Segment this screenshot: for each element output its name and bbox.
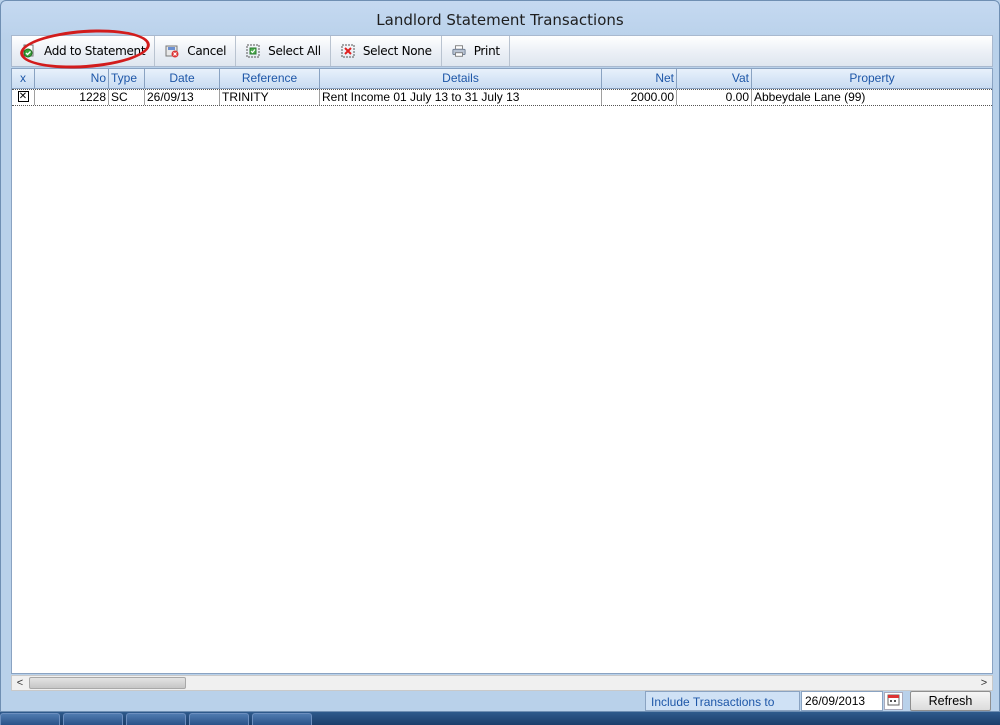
window-title: Landlord Statement Transactions xyxy=(376,11,624,29)
transactions-grid: x No Type Date Reference Details Net Vat… xyxy=(11,68,993,674)
column-header-type[interactable]: Type xyxy=(109,69,145,88)
add-to-statement-button[interactable]: Add to Statement xyxy=(12,36,156,66)
select-none-button[interactable]: Select None xyxy=(331,36,442,66)
column-header-date[interactable]: Date xyxy=(145,69,220,88)
horizontal-scrollbar[interactable]: < > xyxy=(11,675,993,691)
include-date-input[interactable]: 26/09/2013 xyxy=(801,691,883,711)
select-none-icon xyxy=(341,44,355,58)
column-header-no[interactable]: No xyxy=(35,69,109,88)
scroll-right-icon[interactable]: > xyxy=(976,676,992,690)
column-header-vat[interactable]: Vat xyxy=(677,69,752,88)
cell-no: 1228 xyxy=(35,90,109,105)
toolbar: Add to Statement Cancel Select All Selec… xyxy=(11,35,993,67)
refresh-button[interactable]: Refresh xyxy=(910,691,991,711)
row-checkbox[interactable]: ✕ xyxy=(17,91,29,102)
calendar-button[interactable] xyxy=(884,692,903,710)
cell-reference: TRINITY xyxy=(220,90,320,105)
cell-date: 26/09/13 xyxy=(145,90,220,105)
grid-header: x No Type Date Reference Details Net Vat… xyxy=(12,69,992,89)
column-header-reference[interactable]: Reference xyxy=(220,69,320,88)
select-all-icon xyxy=(246,44,260,58)
print-label: Print xyxy=(473,44,500,58)
statement-window: Landlord Statement Transactions Add to S… xyxy=(0,0,1000,712)
column-header-details[interactable]: Details xyxy=(320,69,602,88)
taskbar-button-app[interactable] xyxy=(189,713,249,725)
cell-details: Rent Income 01 July 13 to 31 July 13 xyxy=(320,90,602,105)
cell-type: SC xyxy=(109,90,145,105)
taskbar-button-app[interactable] xyxy=(63,713,123,725)
taskbar xyxy=(0,712,1000,725)
footer-bar: Include Transactions to 26/09/2013 Refre… xyxy=(1,691,1000,713)
select-all-button[interactable]: Select All xyxy=(236,36,331,66)
printer-icon xyxy=(452,44,466,58)
calendar-icon xyxy=(887,693,900,709)
cancel-button[interactable]: Cancel xyxy=(155,36,237,66)
add-document-icon xyxy=(22,44,36,58)
cell-property: Abbeydale Lane (99) xyxy=(754,90,866,104)
print-button[interactable]: Print xyxy=(442,36,510,66)
select-all-label: Select All xyxy=(268,44,321,58)
select-none-label: Select None xyxy=(362,44,432,58)
scroll-left-icon[interactable]: < xyxy=(12,676,28,690)
cell-vat: 0.00 xyxy=(677,90,752,105)
include-transactions-label: Include Transactions to xyxy=(645,691,800,711)
scrollbar-thumb[interactable] xyxy=(29,677,186,689)
cell-net: 2000.00 xyxy=(602,90,677,105)
cancel-label: Cancel xyxy=(187,44,227,58)
table-row[interactable]: ✕ 1228 SC 26/09/13 TRINITY Rent Income 0… xyxy=(12,89,992,106)
row-select-cell[interactable]: ✕ xyxy=(12,90,35,105)
column-header-select[interactable]: x xyxy=(12,69,35,88)
cancel-icon xyxy=(165,44,179,58)
column-header-property[interactable]: Property xyxy=(752,69,992,88)
add-to-statement-label: Add to Statement xyxy=(44,44,146,58)
taskbar-button-app[interactable] xyxy=(252,713,312,725)
taskbar-button-app[interactable] xyxy=(126,713,186,725)
taskbar-button-folder[interactable] xyxy=(0,713,60,725)
column-header-net[interactable]: Net xyxy=(602,69,677,88)
